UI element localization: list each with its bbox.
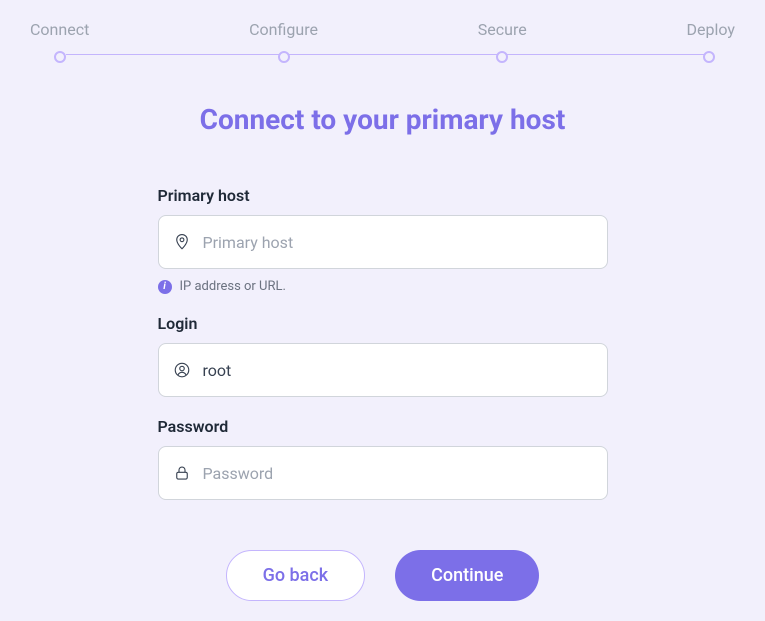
step-label: Deploy: [687, 20, 735, 39]
password-label: Password: [158, 417, 608, 436]
step-deploy[interactable]: Deploy: [687, 20, 735, 63]
primary-host-label: Primary host: [158, 186, 608, 205]
button-row: Go back Continue: [158, 550, 608, 601]
lock-icon: [173, 464, 191, 482]
step-dot-icon: [54, 51, 66, 63]
primary-host-hint: i IP address or URL.: [158, 279, 608, 294]
location-pin-icon: [173, 233, 191, 251]
hint-text: IP address or URL.: [180, 279, 286, 294]
password-group: Password: [158, 417, 608, 500]
primary-host-input[interactable]: [203, 233, 593, 252]
step-label: Secure: [478, 20, 527, 39]
step-dot-icon: [278, 51, 290, 63]
login-label: Login: [158, 314, 608, 333]
step-dot-icon: [496, 51, 508, 63]
login-input[interactable]: [203, 361, 593, 380]
step-label: Connect: [30, 20, 89, 39]
step-label: Configure: [249, 20, 318, 39]
step-dot-icon: [703, 51, 715, 63]
step-connect[interactable]: Connect: [30, 20, 89, 63]
password-input[interactable]: [203, 464, 593, 483]
login-input-wrapper[interactable]: [158, 343, 608, 397]
primary-host-input-wrapper[interactable]: [158, 215, 608, 269]
primary-host-group: Primary host i IP address or URL.: [158, 186, 608, 294]
page-title: Connect to your primary host: [30, 103, 735, 136]
info-icon: i: [158, 280, 172, 294]
go-back-button[interactable]: Go back: [226, 550, 366, 601]
connect-form: Primary host i IP address or URL. Login: [158, 186, 608, 601]
stepper-line: [66, 54, 707, 55]
user-icon: [173, 361, 191, 379]
step-secure[interactable]: Secure: [478, 20, 527, 63]
password-input-wrapper[interactable]: [158, 446, 608, 500]
continue-button[interactable]: Continue: [395, 550, 539, 601]
login-group: Login: [158, 314, 608, 397]
stepper: Connect Configure Secure Deploy: [30, 20, 735, 63]
step-configure[interactable]: Configure: [249, 20, 318, 63]
